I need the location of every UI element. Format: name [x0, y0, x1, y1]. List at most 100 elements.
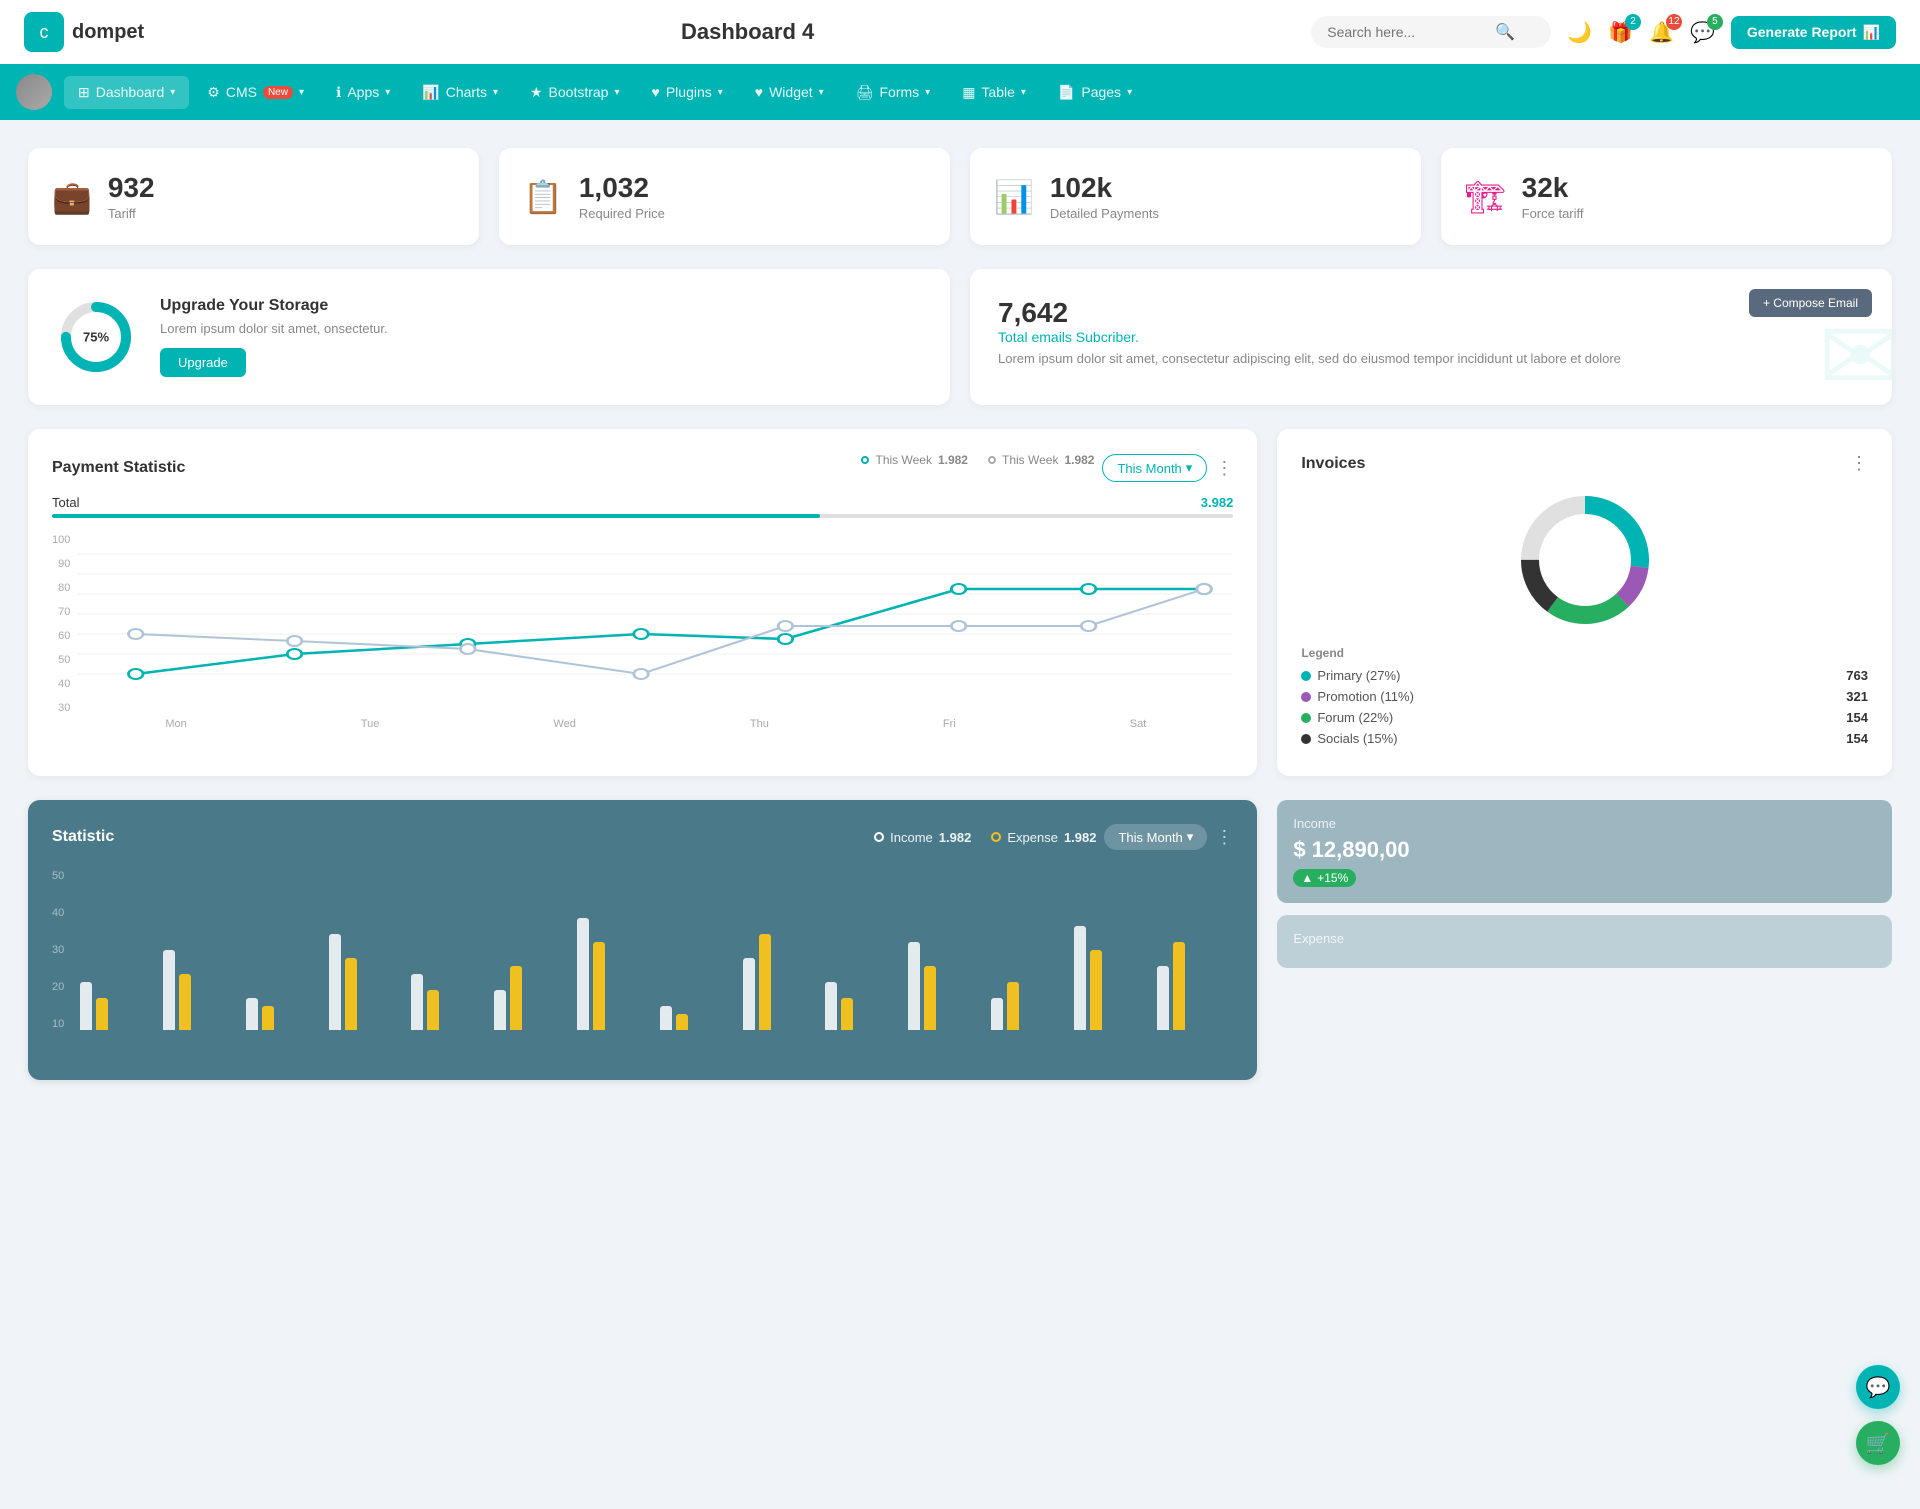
stat-dropdown-arrow-icon: ▾	[1187, 829, 1194, 845]
tariff-label: Tariff	[108, 206, 155, 221]
bar-yellow-3	[262, 1006, 274, 1030]
storage-title: Upgrade Your Storage	[160, 297, 388, 315]
bar-group-7	[577, 918, 654, 1030]
up-arrow-icon: ▲	[1301, 871, 1313, 885]
bar-yellow-10	[841, 998, 853, 1030]
cms-nav-icon: ⚙	[207, 84, 220, 101]
nav-item-pages[interactable]: 📄 Pages ▾	[1044, 76, 1146, 109]
support-float-button[interactable]: 💬	[1856, 1365, 1900, 1409]
stat-card-payments: 📊 102k Detailed Payments	[970, 148, 1421, 245]
bar-group-10	[825, 982, 902, 1030]
stat-card-force: 🏗 32k Force tariff	[1441, 148, 1892, 245]
price-value: 1,032	[579, 172, 665, 204]
payment-legend: This Week 1.982 This Week 1.982	[861, 453, 1094, 467]
upgrade-button[interactable]: Upgrade	[160, 348, 246, 377]
payment-more-button[interactable]: ⋮	[1215, 458, 1233, 479]
main-content: 💼 932 Tariff 📋 1,032 Required Price 📊 10…	[0, 120, 1920, 1108]
app-title: Dashboard 4	[200, 19, 1295, 45]
generate-report-button[interactable]: Generate Report 📊	[1731, 16, 1896, 49]
nav-item-cms[interactable]: ⚙ CMS New ▾	[193, 76, 318, 109]
storage-text: Upgrade Your Storage Lorem ipsum dolor s…	[160, 297, 388, 377]
plugins-nav-icon: ♥	[652, 84, 660, 100]
bar-yellow-12	[1007, 982, 1019, 1030]
primary-dot	[1301, 671, 1311, 681]
nav-bar: ⊞ Dashboard ▾ ⚙ CMS New ▾ ℹ Apps ▾ 📊 Cha…	[0, 64, 1920, 120]
legend-item-2: This Week 1.982	[988, 453, 1095, 467]
payment-total-value: 3.982	[1201, 495, 1234, 510]
bar-yellow-14	[1173, 942, 1185, 1030]
storage-percentage: 75%	[83, 330, 109, 345]
expense-label: Expense	[1293, 931, 1876, 946]
moon-icon[interactable]: 🌙	[1567, 20, 1592, 45]
invoice-legend-item-promotion: Promotion (11%) 321	[1301, 689, 1868, 704]
bar-white-6	[494, 990, 506, 1030]
invoices-header: Invoices ⋮	[1301, 453, 1868, 474]
payment-chart-controls: This Week 1.982 This Week 1.982 This Mon…	[861, 453, 1233, 483]
chat-badge: 5	[1707, 14, 1723, 30]
bottom-row: Payment Statistic This Week 1.982 This W…	[28, 429, 1892, 776]
payments-value: 102k	[1050, 172, 1159, 204]
nav-item-plugins[interactable]: ♥ Plugins ▾	[638, 76, 737, 108]
statistic-header: Statistic Income 1.982 Expense 1.982	[52, 824, 1233, 850]
bar-group-3	[246, 998, 323, 1030]
chat-icon[interactable]: 💬 5	[1690, 20, 1715, 45]
nav-item-apps[interactable]: ℹ Apps ▾	[322, 76, 404, 109]
nav-item-bootstrap[interactable]: ★ Bootstrap ▾	[516, 76, 634, 109]
nav-item-dashboard[interactable]: ⊞ Dashboard ▾	[64, 76, 189, 109]
search-bar: 🔍	[1311, 16, 1551, 48]
forms-nav-icon: 🖨	[856, 84, 874, 101]
gift-icon[interactable]: 🎁 2	[1608, 20, 1633, 45]
payment-progress-fill	[52, 514, 820, 518]
nav-item-charts[interactable]: 📊 Charts ▾	[408, 76, 512, 109]
bell-icon[interactable]: 🔔 12	[1649, 20, 1674, 45]
bar-yellow-5	[427, 990, 439, 1030]
bar-group-4	[329, 934, 406, 1030]
nav-item-forms[interactable]: 🖨 Forms ▾	[842, 76, 944, 109]
nav-item-widget[interactable]: ♥ Widget ▾	[741, 76, 838, 108]
bar-white-3	[246, 998, 258, 1030]
bar-yellow-1	[96, 998, 108, 1030]
bar-group-1	[80, 982, 157, 1030]
force-label: Force tariff	[1522, 206, 1584, 221]
statistic-card: Statistic Income 1.982 Expense 1.982	[28, 800, 1257, 1080]
statistic-this-month-button[interactable]: This Month ▾	[1104, 824, 1207, 850]
bar-yellow-2	[179, 974, 191, 1030]
bar-white-5	[411, 974, 423, 1030]
invoices-more-button[interactable]: ⋮	[1850, 453, 1868, 474]
income-label: Income	[1293, 816, 1876, 831]
chart-icon: 📊	[1863, 24, 1880, 41]
bar-group-8	[660, 1006, 737, 1030]
x-axis-labels: Mon Tue Wed Thu Fri Sat	[78, 718, 1233, 730]
invoices-donut-container	[1301, 490, 1868, 630]
bar-group-12	[991, 982, 1068, 1030]
this-month-button[interactable]: This Month ▾	[1102, 454, 1207, 482]
income-panel: Income $ 12,890,00 ▲ +15%	[1277, 800, 1892, 903]
charts-nav-icon: 📊	[422, 84, 439, 101]
search-input[interactable]	[1327, 24, 1487, 40]
gift-badge: 2	[1625, 14, 1641, 30]
storage-card: 75% Upgrade Your Storage Lorem ipsum dol…	[28, 269, 950, 405]
stat-card-price: 📋 1,032 Required Price	[499, 148, 950, 245]
payment-chart-header: Payment Statistic This Week 1.982 This W…	[52, 453, 1233, 483]
payment-total-row: Total 3.982	[52, 495, 1233, 510]
header-actions: 🌙 🎁 2 🔔 12 💬 5 Generate Report 📊	[1567, 16, 1896, 49]
payment-progress-bar	[52, 514, 1233, 518]
logo-icon: c	[24, 12, 64, 52]
income-amount: $ 12,890,00	[1293, 837, 1876, 863]
storage-description: Lorem ipsum dolor sit amet, onsectetur.	[160, 321, 388, 336]
bootstrap-nav-icon: ★	[530, 84, 543, 101]
bar-yellow-8	[676, 1014, 688, 1030]
apps-arrow-icon: ▾	[385, 87, 390, 98]
statistic-more-button[interactable]: ⋮	[1215, 827, 1233, 848]
storage-donut: 75%	[56, 297, 136, 377]
price-icon: 📋	[523, 178, 563, 216]
bar-groups-container	[80, 870, 1233, 1030]
bar-group-14	[1157, 942, 1234, 1030]
nav-item-table[interactable]: ▦ Table ▾	[948, 76, 1040, 109]
payment-chart-title: Payment Statistic	[52, 459, 185, 477]
cart-float-button[interactable]: 🛒	[1856, 1421, 1900, 1465]
bar-yellow-9	[759, 934, 771, 1030]
pages-arrow-icon: ▾	[1127, 87, 1132, 98]
legend-item-1: This Week 1.982	[861, 453, 968, 467]
bar-white-12	[991, 998, 1003, 1030]
